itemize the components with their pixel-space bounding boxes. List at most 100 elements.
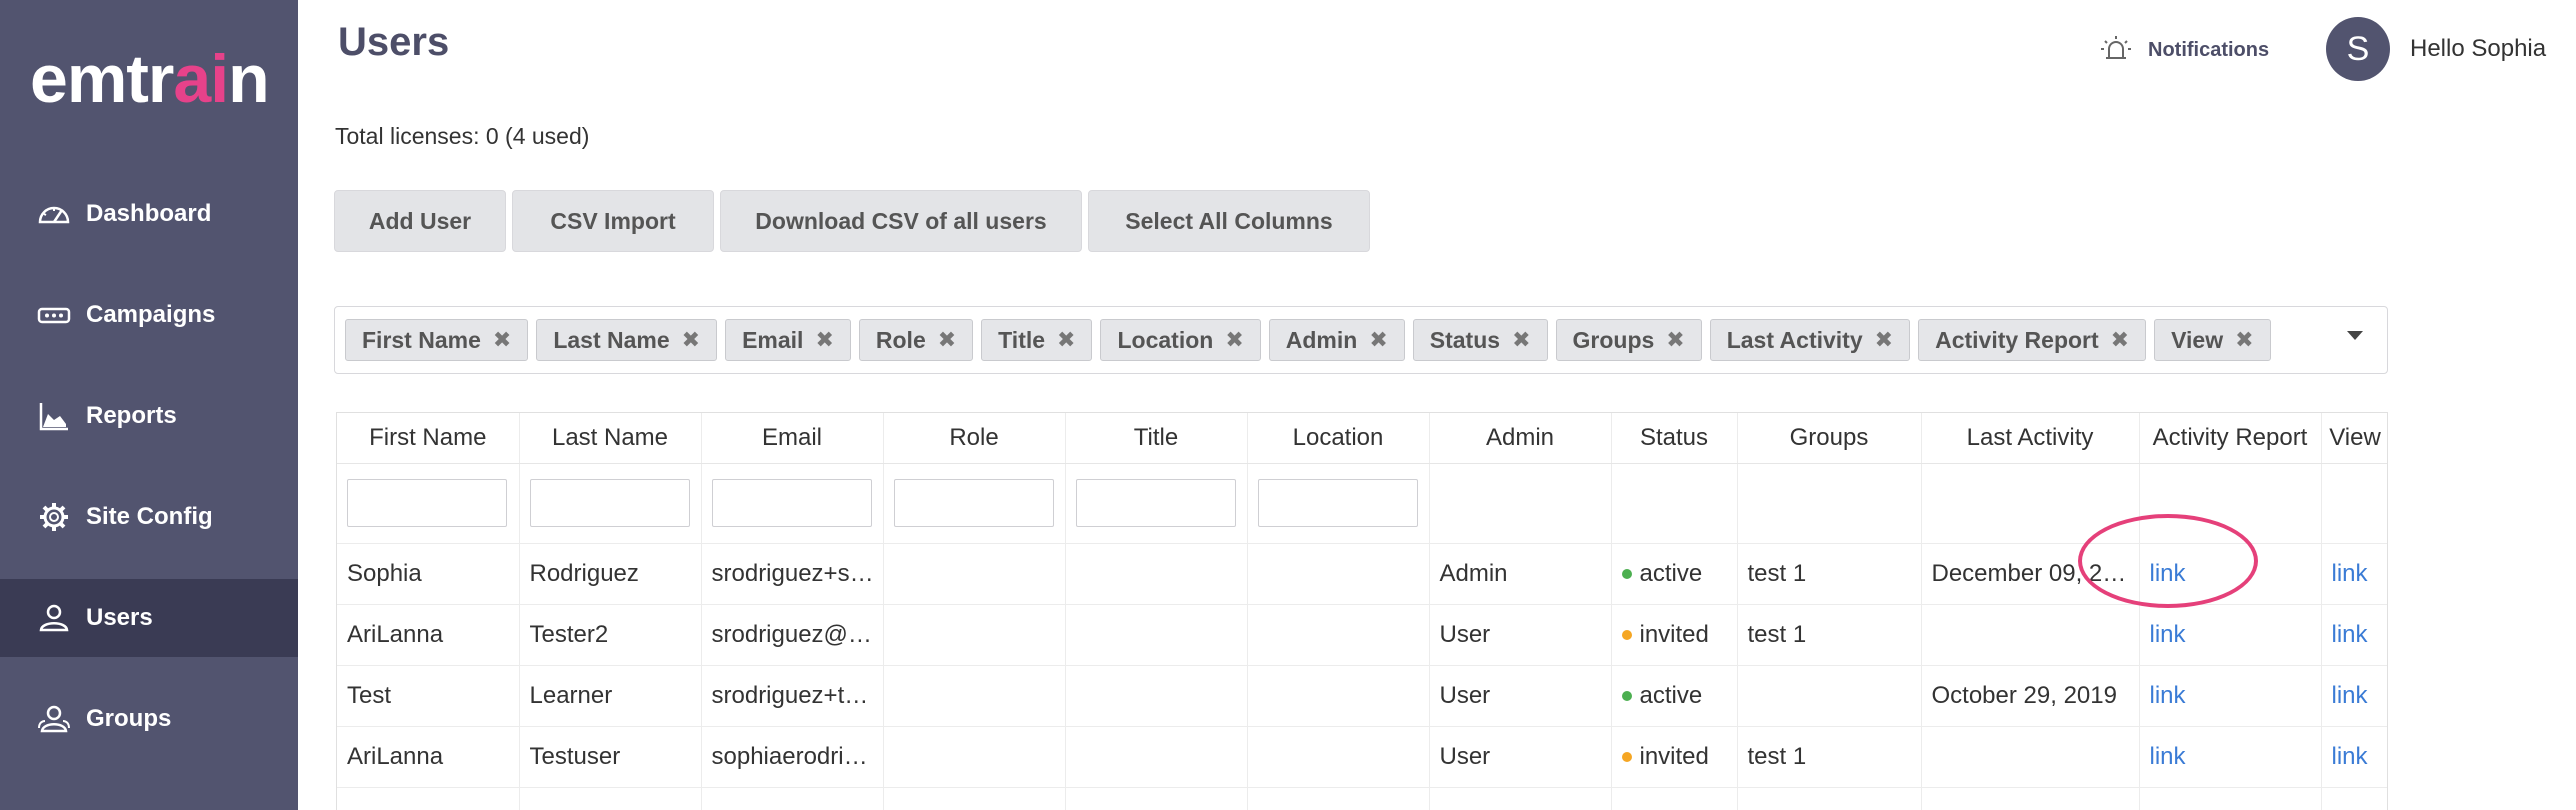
add-user-button[interactable]: Add User: [334, 190, 506, 252]
cell-last-activity: October 29, 2019: [1921, 665, 2140, 727]
column-header[interactable]: Location: [1247, 413, 1430, 464]
chevron-down-icon[interactable]: [2347, 331, 2363, 340]
column-chip-first-name[interactable]: First Name ✖: [345, 319, 529, 361]
chip-label: Location: [1117, 326, 1214, 353]
cell-title: [1065, 604, 1248, 666]
activity-report-link[interactable]: link: [2150, 621, 2186, 648]
table-row[interactable]: AriLanna Tester2 srodriguez@… User invit…: [337, 604, 2387, 666]
remove-icon[interactable]: ✖: [1666, 327, 1684, 353]
view-link[interactable]: link: [2332, 682, 2368, 709]
filter-email-input[interactable]: [711, 479, 872, 527]
table-row[interactable]: Sophia Rodriguez srodriguez+s… Admin act…: [337, 543, 2387, 605]
cell-admin: User: [1429, 665, 1612, 727]
column-header[interactable]: Last Activity: [1921, 413, 2140, 464]
cell-last-activity: [1921, 604, 2140, 666]
download-csv-button[interactable]: Download CSV of all users: [720, 190, 1082, 252]
cell-admin: User: [1429, 604, 1612, 666]
status-text: active: [1639, 559, 1703, 587]
activity-report-link[interactable]: link: [2150, 682, 2186, 709]
column-header[interactable]: Groups: [1737, 413, 1922, 464]
column-header[interactable]: Admin: [1429, 413, 1612, 464]
sidebar-item-label: Reports: [86, 402, 177, 429]
chip-label: Title: [998, 326, 1046, 353]
view-link[interactable]: link: [2332, 560, 2368, 587]
column-header[interactable]: View: [2321, 413, 2387, 464]
column-header[interactable]: Last Name: [519, 413, 702, 464]
filter-last-name-input[interactable]: [529, 479, 690, 527]
view-link[interactable]: link: [2332, 743, 2368, 770]
column-header[interactable]: Role: [883, 413, 1066, 464]
column-chip-view[interactable]: View ✖: [2154, 319, 2271, 361]
sidebar-item-site-config[interactable]: Site Config: [0, 478, 298, 556]
column-header[interactable]: First Name: [337, 413, 520, 464]
chip-label: First Name: [362, 326, 481, 353]
table-row[interactable]: Test Learner srodriguez+t… User active O…: [337, 665, 2387, 727]
column-chip-status[interactable]: Status ✖: [1412, 319, 1548, 361]
logo-text-accent: ai: [173, 41, 229, 117]
select-all-columns-button[interactable]: Select All Columns: [1088, 190, 1370, 252]
view-link[interactable]: link: [2332, 621, 2368, 648]
activity-report-link[interactable]: link: [2150, 743, 2186, 770]
gauge-icon: [38, 206, 70, 224]
column-chip-last-activity[interactable]: Last Activity ✖: [1709, 319, 1911, 361]
remove-icon[interactable]: ✖: [1369, 327, 1387, 353]
status-text: invited: [1639, 742, 1709, 770]
table-header-row: First Name Last Name Email Role Title Lo…: [337, 413, 2387, 464]
sidebar-item-reports[interactable]: Reports: [0, 377, 298, 455]
sidebar-item-campaigns[interactable]: Campaigns: [0, 276, 298, 354]
cell-last-name: Rodriguez: [519, 543, 702, 605]
status-text: invited: [1639, 620, 1709, 648]
column-chip-title[interactable]: Title ✖: [981, 319, 1093, 361]
filter-cell: [2321, 463, 2387, 544]
filter-role-input[interactable]: [893, 479, 1054, 527]
remove-icon[interactable]: ✖: [938, 327, 956, 353]
activity-report-link[interactable]: link: [2150, 560, 2186, 587]
emtrain-logo[interactable]: emtrain: [30, 40, 270, 118]
notifications-button[interactable]: Notifications: [2096, 30, 2269, 70]
remove-icon[interactable]: ✖: [815, 327, 833, 353]
column-chip-location[interactable]: Location ✖: [1100, 319, 1261, 361]
column-header[interactable]: Title: [1065, 413, 1248, 464]
csv-import-button[interactable]: CSV Import: [512, 190, 714, 252]
filter-location-input[interactable]: [1257, 479, 1418, 527]
remove-icon[interactable]: ✖: [682, 327, 700, 353]
gear-icon: [40, 503, 68, 531]
chip-label: View: [2171, 326, 2224, 353]
filter-cell: [1065, 463, 1248, 544]
cell-status: active: [1611, 665, 1738, 727]
remove-icon[interactable]: ✖: [1512, 327, 1530, 353]
column-header[interactable]: Activity Report: [2139, 413, 2322, 464]
sidebar-item-groups[interactable]: Groups: [0, 680, 298, 758]
filter-cell: [1247, 463, 1430, 544]
column-chip-last-name[interactable]: Last Name ✖: [536, 319, 718, 361]
remove-icon[interactable]: ✖: [493, 327, 511, 353]
remove-icon[interactable]: ✖: [1225, 327, 1243, 353]
filter-cell: [337, 463, 520, 544]
column-chip-role[interactable]: Role ✖: [858, 319, 974, 361]
column-selector[interactable]: First Name ✖ Last Name ✖ Email ✖ Role ✖ Titl…: [334, 306, 2388, 374]
cell-status: invited: [1611, 604, 1738, 666]
logo-text-main: emtr: [30, 41, 174, 117]
remove-icon[interactable]: ✖: [2235, 327, 2253, 353]
sidebar-item-users[interactable]: Users: [0, 579, 298, 657]
column-header[interactable]: Status: [1611, 413, 1738, 464]
cell-last-activity: December 09, 2…: [1921, 543, 2140, 605]
filter-cell: [1429, 463, 1612, 544]
remove-icon[interactable]: ✖: [1057, 327, 1075, 353]
column-chip-email[interactable]: Email ✖: [725, 319, 851, 361]
notifications-label: Notifications: [2148, 38, 2270, 61]
sidebar-item-dashboard[interactable]: Dashboard: [0, 175, 298, 253]
table-row[interactable]: AriLanna Testuser sophiaerodri… User inv…: [337, 726, 2387, 788]
column-chip-groups[interactable]: Groups ✖: [1555, 319, 1702, 361]
remove-icon[interactable]: ✖: [2111, 327, 2129, 353]
cell-location: [1247, 726, 1430, 788]
column-header[interactable]: Email: [701, 413, 884, 464]
user-greeting[interactable]: Hello Sophia: [2410, 35, 2546, 63]
avatar[interactable]: S: [2326, 17, 2390, 81]
column-chip-admin[interactable]: Admin ✖: [1268, 319, 1405, 361]
filter-first-name-input[interactable]: [347, 479, 507, 527]
filter-title-input[interactable]: [1075, 479, 1236, 527]
cell-title: [1065, 726, 1248, 788]
column-chip-activity-report[interactable]: Activity Report ✖: [1918, 319, 2147, 361]
remove-icon[interactable]: ✖: [1875, 327, 1893, 353]
